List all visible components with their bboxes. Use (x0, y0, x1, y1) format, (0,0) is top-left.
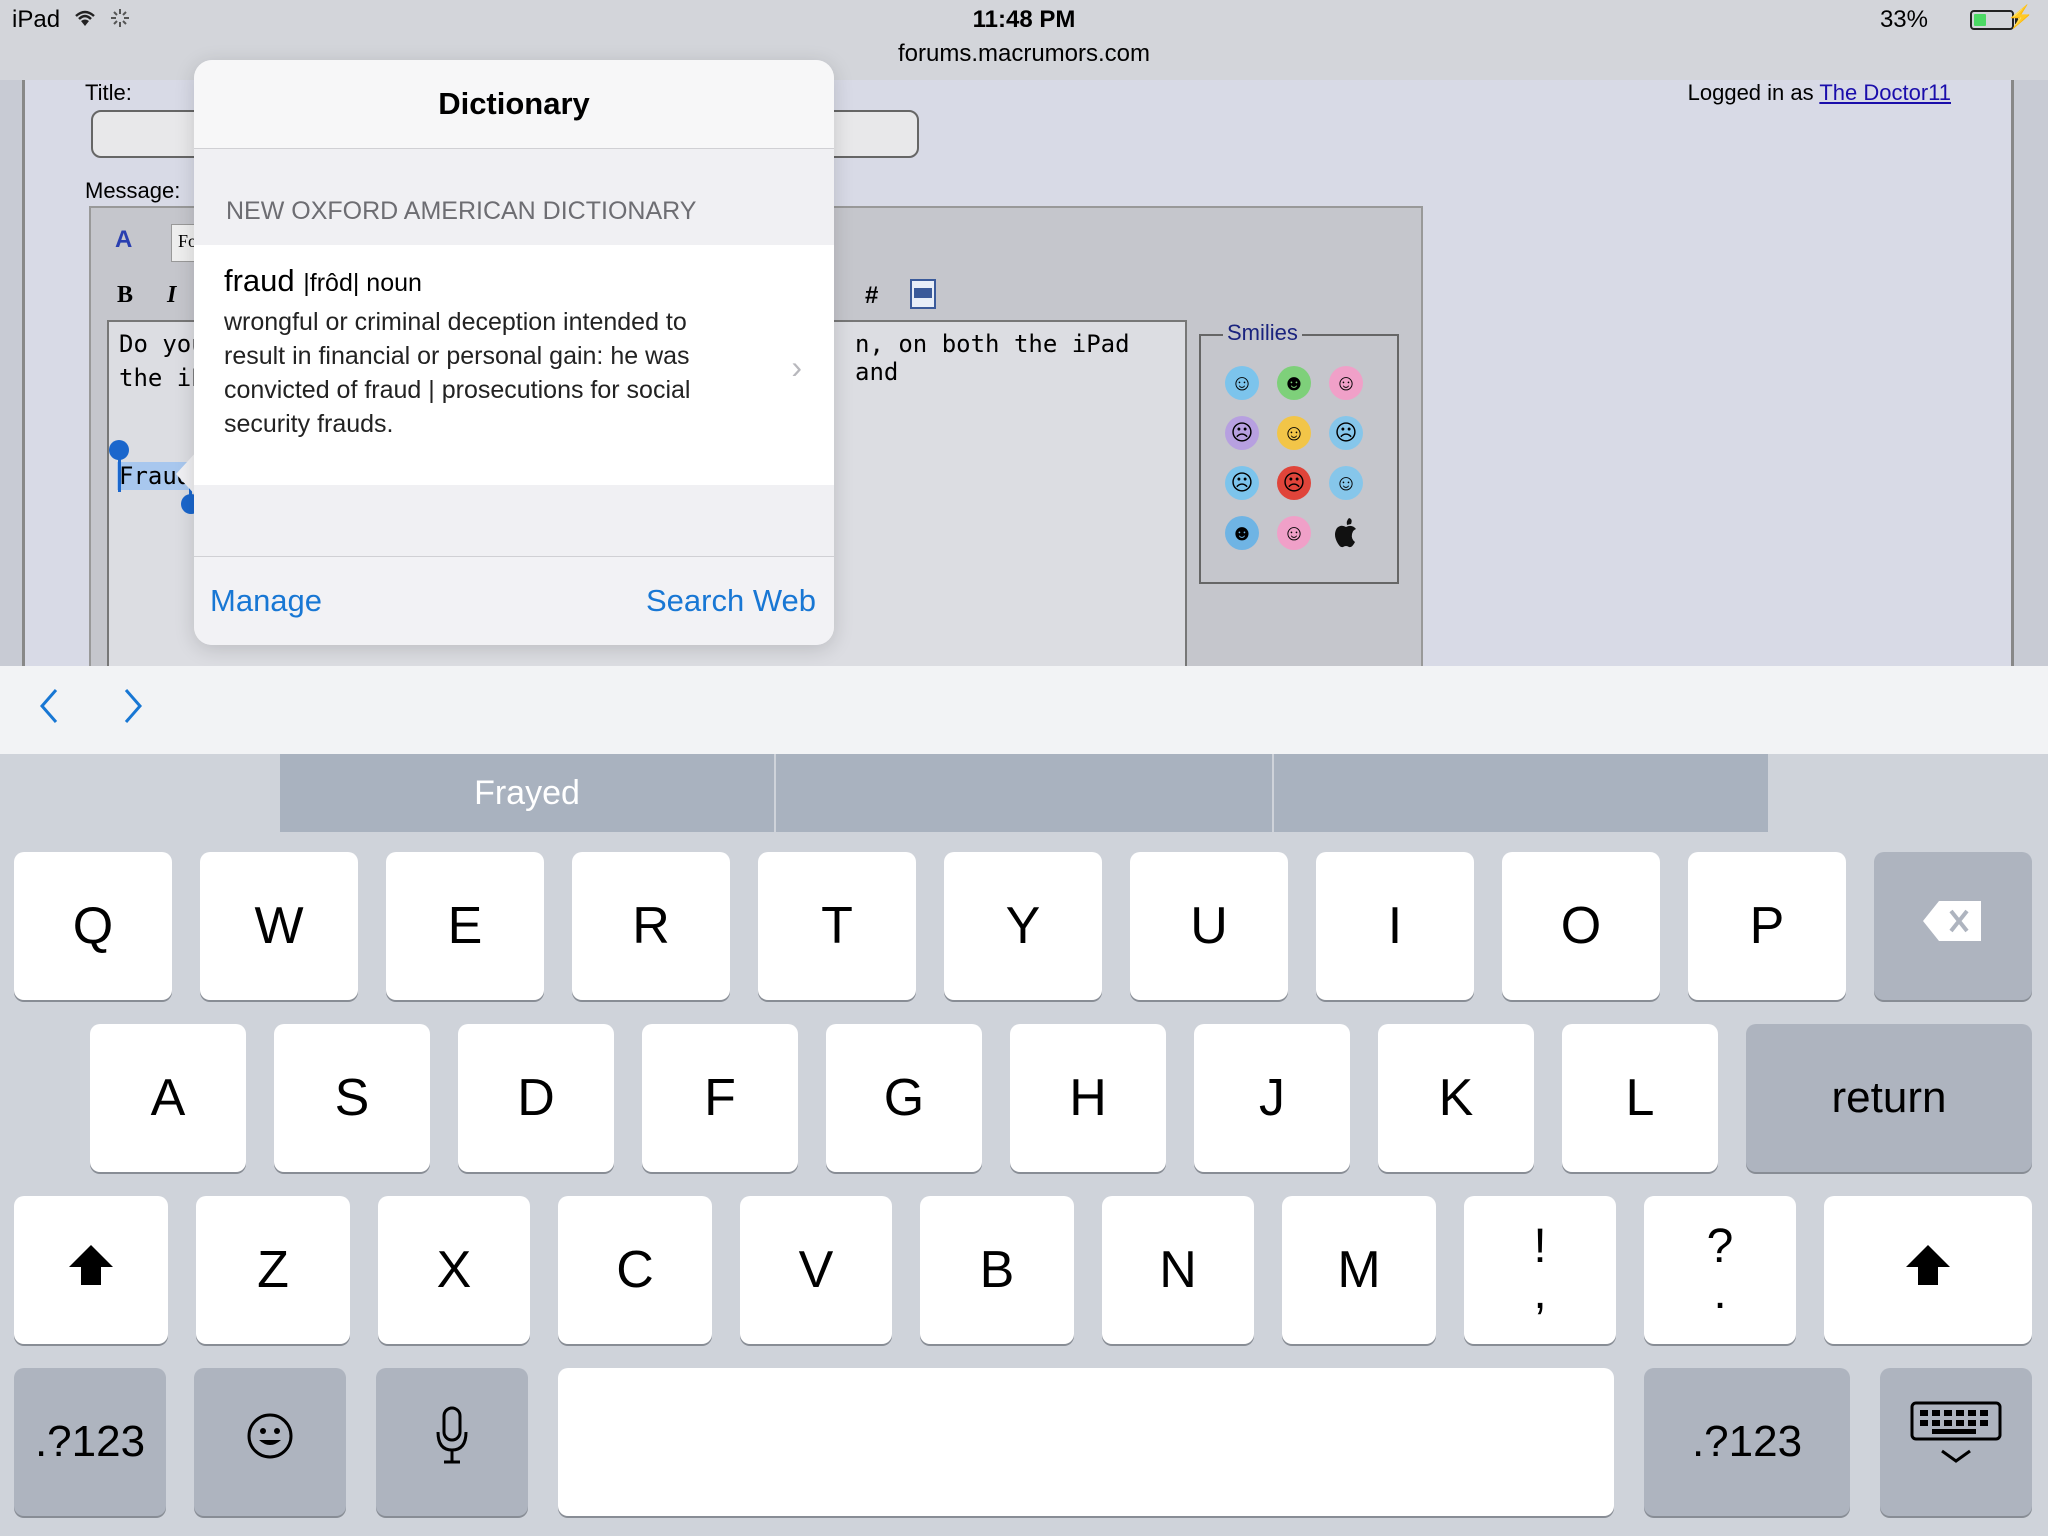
key-e[interactable]: E (386, 852, 544, 1000)
previous-field-icon[interactable] (36, 686, 62, 736)
user-link[interactable]: The Doctor11 (1819, 80, 1951, 105)
predictive-bar: Frayed (0, 754, 2048, 832)
logged-in-prefix: Logged in as (1687, 80, 1814, 105)
key-b[interactable]: B (920, 1196, 1074, 1344)
shift-right-key[interactable] (1824, 1196, 2032, 1344)
key-c[interactable]: C (558, 1196, 712, 1344)
backspace-icon (1921, 896, 1985, 956)
key-d[interactable]: D (458, 1024, 614, 1172)
apple-logo-icon[interactable] (1329, 516, 1363, 550)
search-web-button[interactable]: Search Web (646, 583, 816, 619)
smilies-label: Smilies (1223, 320, 1302, 346)
confused-icon[interactable]: ☹ (1329, 416, 1363, 450)
cool-icon[interactable]: ☻ (1225, 516, 1259, 550)
key-exclaim-label: ! (1533, 1220, 1547, 1273)
key-z[interactable]: Z (196, 1196, 350, 1344)
key-h[interactable]: H (1010, 1024, 1166, 1172)
key-x[interactable]: X (378, 1196, 530, 1344)
numbers-left-key[interactable]: .?123 (14, 1368, 166, 1516)
smile-icon[interactable]: ☺ (1225, 366, 1259, 400)
popover-footer: Manage Search Web (194, 556, 834, 645)
key-question-period[interactable]: ? . (1644, 1196, 1796, 1344)
key-f[interactable]: F (642, 1024, 798, 1172)
rolleyes-icon[interactable]: ☺ (1329, 466, 1363, 500)
key-r[interactable]: R (572, 852, 730, 1000)
dictionary-entry[interactable]: fraud |frôd| noun wrongful or criminal d… (194, 245, 834, 485)
key-o[interactable]: O (1502, 852, 1660, 1000)
key-w[interactable]: W (200, 852, 358, 1000)
title-label: Title: (85, 80, 132, 105)
suggestion-1[interactable]: Frayed (280, 754, 774, 832)
entry-definition: wrongful or criminal deception intended … (224, 308, 691, 438)
logged-in-info: Logged in as The Doctor11 (1688, 80, 1951, 106)
manage-button[interactable]: Manage (210, 583, 322, 619)
chevron-right-icon: › (791, 349, 802, 385)
message-label: Message: (85, 178, 181, 203)
dictionary-source: NEW OXFORD AMERICAN DICTIONARY (226, 197, 697, 225)
shift-left-key[interactable] (14, 1196, 168, 1344)
happy-icon[interactable]: ☺ (1277, 416, 1311, 450)
frown-icon[interactable]: ☹ (1225, 416, 1259, 450)
delete-key[interactable] (1874, 852, 2032, 1000)
key-exclaim-comma[interactable]: ! , (1464, 1196, 1616, 1344)
key-i[interactable]: I (1316, 852, 1474, 1000)
surprised-icon[interactable]: ☹ (1225, 466, 1259, 500)
entry-headword: fraud |frôd| noun (224, 263, 422, 299)
smilies-panel: Smilies ☺ ☻ ☺ ☹ ☺ ☹ ☹ ☹ ☺ ☻ ☺ (1199, 320, 1399, 584)
key-t[interactable]: T (758, 852, 916, 1000)
key-v[interactable]: V (740, 1196, 892, 1344)
key-period-label: . (1713, 1266, 1727, 1319)
message-text-line1: Do you (119, 330, 206, 358)
mad-icon[interactable]: ☹ (1277, 466, 1311, 500)
shift-icon (1904, 1240, 1952, 1300)
bold-button[interactable]: B (117, 282, 133, 309)
font-color-icon[interactable]: A (115, 226, 132, 254)
key-k[interactable]: K (1378, 1024, 1534, 1172)
emoji-icon (246, 1412, 294, 1473)
key-question-label: ? (1706, 1220, 1734, 1273)
dictionary-title: Dictionary (194, 60, 834, 149)
php-code-icon[interactable] (909, 278, 937, 317)
grin-icon[interactable]: ☻ (1277, 366, 1311, 400)
selection-start-bar (118, 450, 121, 492)
key-s[interactable]: S (274, 1024, 430, 1172)
italic-button[interactable]: I (167, 282, 176, 309)
shift-icon (67, 1240, 115, 1300)
form-accessory-bar (0, 666, 2048, 754)
tongue-icon[interactable]: ☺ (1277, 516, 1311, 550)
message-text-line1-end: n, on both the iPad and (855, 330, 1130, 386)
key-l[interactable]: L (1562, 1024, 1718, 1172)
blush-icon[interactable]: ☺ (1329, 366, 1363, 400)
key-n[interactable]: N (1102, 1196, 1254, 1344)
key-j[interactable]: J (1194, 1024, 1350, 1172)
battery-percent: 33% (1879, 6, 1928, 33)
key-g[interactable]: G (826, 1024, 982, 1172)
suggestion-2[interactable] (776, 754, 1272, 832)
hash-button[interactable]: # (865, 282, 878, 310)
next-field-icon[interactable] (120, 686, 146, 736)
key-comma-label: , (1533, 1266, 1547, 1319)
key-y[interactable]: Y (944, 852, 1102, 1000)
key-a[interactable]: A (90, 1024, 246, 1172)
entry-pronunciation: |frôd| noun (303, 269, 422, 297)
key-q[interactable]: Q (14, 852, 172, 1000)
dictionary-source-header: NEW OXFORD AMERICAN DICTIONARY (194, 149, 834, 245)
dismiss-keyboard-key[interactable] (1880, 1368, 2032, 1516)
clock: 11:48 PM (972, 6, 1076, 33)
key-p[interactable]: P (1688, 852, 1846, 1000)
key-m[interactable]: M (1282, 1196, 1436, 1344)
dictation-key[interactable] (376, 1368, 528, 1516)
dictionary-popover: Dictionary NEW OXFORD AMERICAN DICTIONAR… (194, 60, 834, 645)
charging-icon: ⚡ (2006, 4, 2034, 29)
suggestion-3[interactable] (1274, 754, 1768, 832)
entry-word: fraud (224, 263, 295, 298)
emoji-key[interactable] (194, 1368, 346, 1516)
keyboard: Q W E R T Y U I O P A S D F G H J K L re… (0, 832, 2048, 1536)
microphone-icon (434, 1406, 470, 1479)
keyboard-hide-icon (1910, 1401, 2002, 1484)
numbers-right-key[interactable]: .?123 (1644, 1368, 1850, 1516)
space-key[interactable] (558, 1368, 1614, 1516)
return-key[interactable]: return (1746, 1024, 2032, 1172)
key-u[interactable]: U (1130, 852, 1288, 1000)
